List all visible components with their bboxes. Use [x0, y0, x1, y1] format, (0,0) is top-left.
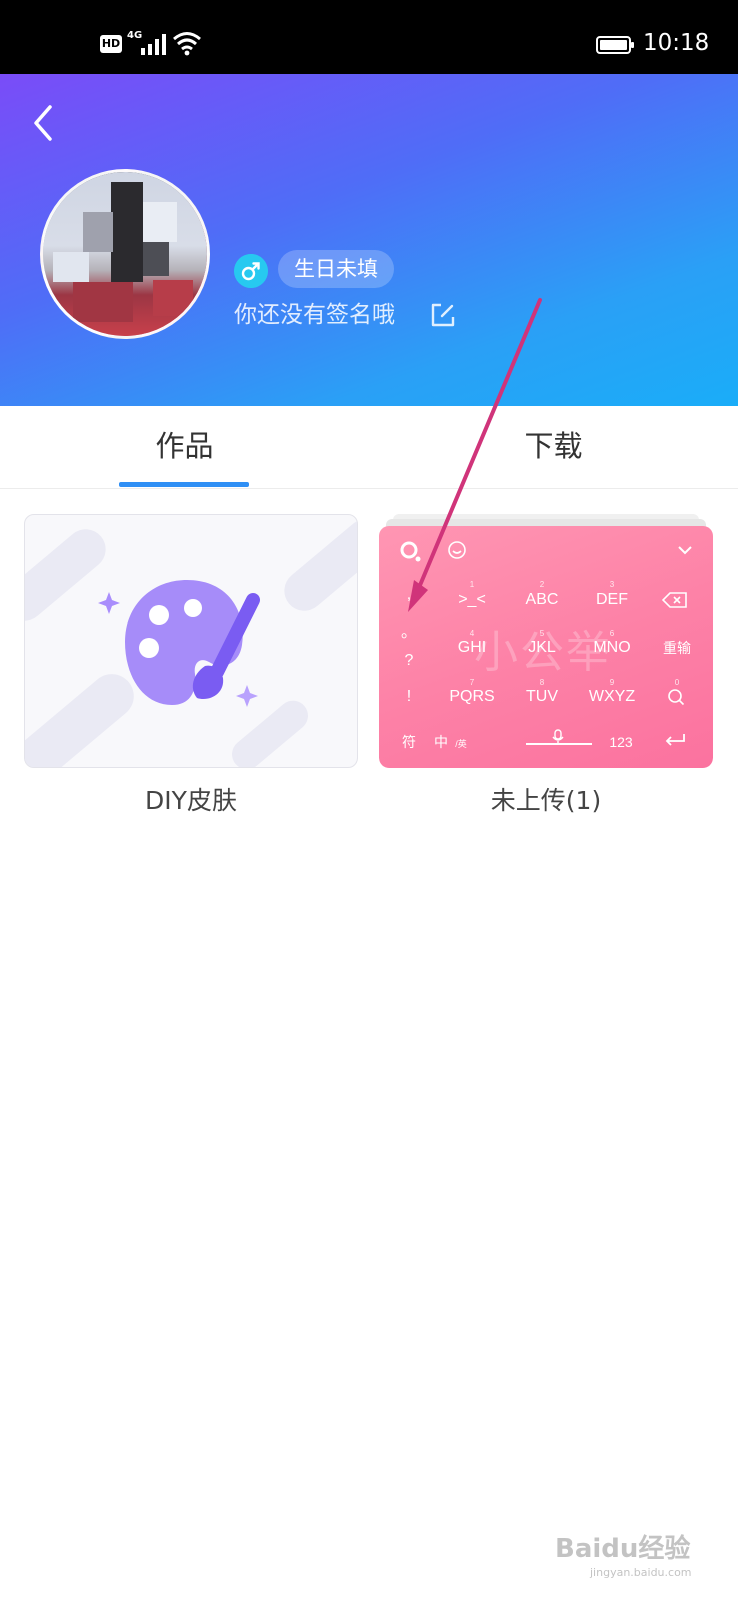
active-tab-indicator — [119, 482, 249, 487]
avatar[interactable] — [40, 169, 210, 339]
key-num: 8 — [539, 678, 545, 687]
battery-icon — [596, 36, 634, 54]
status-bar: HD 4G 10:18 — [0, 0, 738, 74]
tab-works[interactable]: 作品 — [0, 406, 369, 488]
key-tuv: TUV — [526, 688, 558, 705]
key-num: 6 — [609, 629, 615, 638]
annotation-arrow-icon — [408, 298, 542, 612]
signature-text[interactable]: 你还没有签名哦 — [234, 298, 395, 332]
key-pqrs: PQRS — [449, 688, 495, 705]
key-num: 7 — [469, 678, 475, 687]
palette-brush-icon — [98, 580, 260, 707]
birthday-pill[interactable]: 生日未填 — [278, 250, 394, 288]
key-ghi: GHI — [457, 639, 487, 656]
hd-badge: HD — [100, 35, 122, 53]
diy-skin-card[interactable] — [24, 514, 358, 768]
key-mno: MNO — [593, 639, 631, 656]
backspace-icon — [662, 592, 687, 608]
male-icon — [234, 254, 268, 288]
back-arrow-icon[interactable] — [22, 98, 62, 148]
key-question: ? — [404, 652, 414, 669]
wifi-icon — [173, 32, 201, 56]
space-key — [526, 743, 592, 745]
search-icon — [668, 689, 685, 706]
key-jkl: JKL — [528, 639, 556, 656]
diy-skin-label: DIY皮肤 — [145, 786, 237, 815]
baidu-watermark-url: jingyan.baidu.com — [590, 1566, 692, 1579]
enter-icon — [665, 734, 685, 746]
key-numbers: 123 — [609, 734, 633, 750]
signal-icon — [141, 34, 166, 55]
baidu-watermark: Baidu经验 — [555, 1534, 691, 1564]
tab-bar: 作品 下载 — [0, 406, 738, 489]
key-num: 4 — [469, 629, 475, 638]
key-def: DEF — [596, 591, 628, 608]
clock-time: 10:18 — [643, 30, 710, 56]
key-num: 9 — [609, 678, 615, 687]
unuploaded-label: 未上传(1) — [490, 786, 602, 815]
chevron-down-icon — [678, 546, 692, 555]
key-exclaim: ! — [406, 688, 412, 705]
key-wxyz: WXYZ — [588, 688, 636, 705]
key-num: 5 — [539, 629, 545, 638]
key-num: 0 — [674, 678, 680, 687]
profile-header: 生日未填 你还没有签名哦 — [0, 74, 738, 406]
key-num: 3 — [609, 580, 615, 589]
key-retype: 重输 — [663, 640, 691, 656]
key-lang-sub: /英 — [455, 739, 467, 749]
